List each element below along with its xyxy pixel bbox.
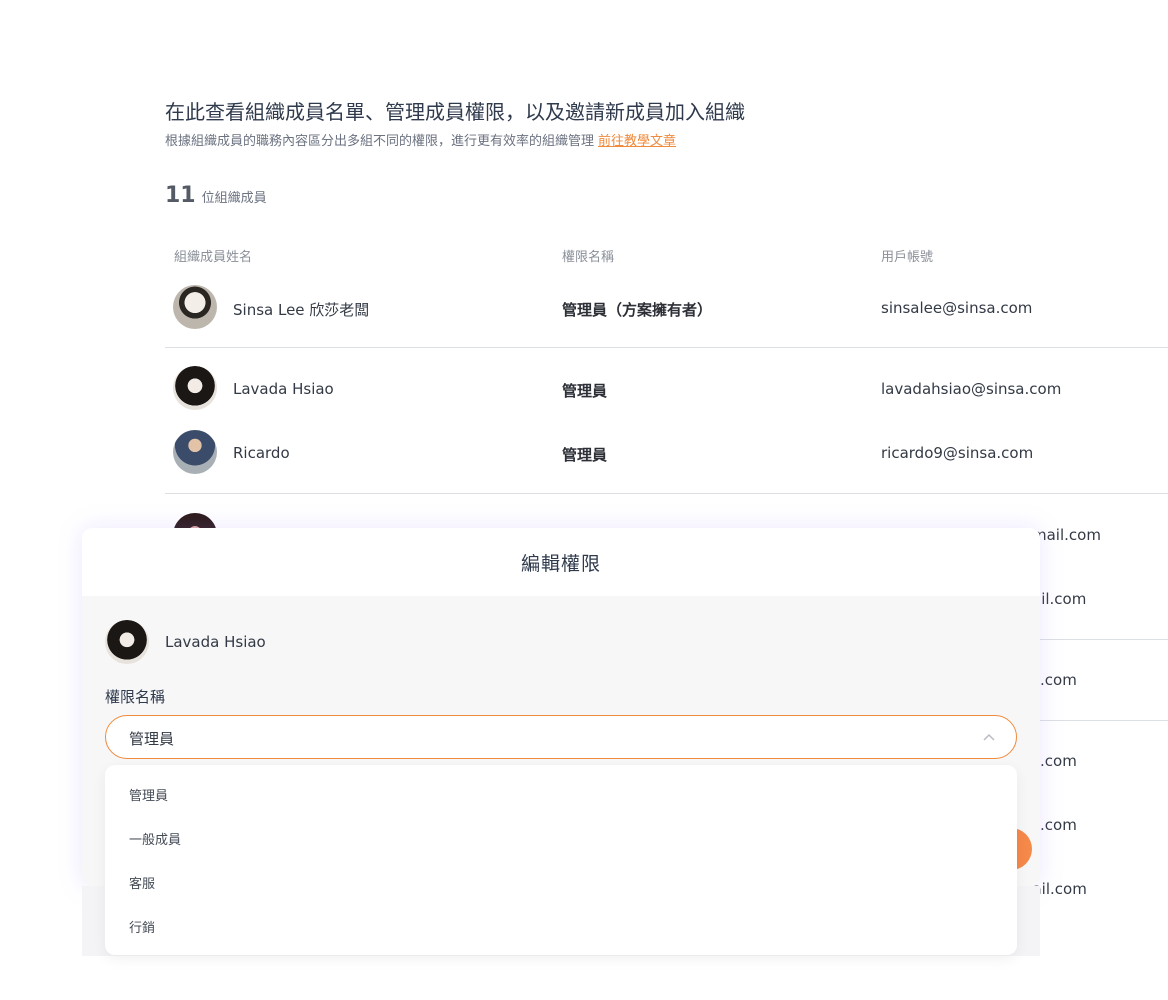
page-subtitle: 根據組織成員的職務內容區分出多組不同的權限，進行更有效率的組織管理 前往教學文章 <box>165 130 676 149</box>
member-account: sinsalee@sinsa.com <box>881 299 1033 317</box>
tutorial-link[interactable]: 前往教學文章 <box>598 134 676 149</box>
dropdown-option-support[interactable]: 客服 <box>129 873 155 892</box>
permission-field-label: 權限名稱 <box>105 688 166 706</box>
member-account-partial: mail.com <box>1032 526 1101 544</box>
modal-user-name: Lavada Hsiao <box>165 633 266 651</box>
dropdown-option-marketing[interactable]: 行銷 <box>129 917 155 936</box>
table-row[interactable]: Ricardo 管理員 ricardo9@sinsa.com <box>165 421 1168 485</box>
member-account-partial: .com <box>1040 816 1077 834</box>
permission-select-value: 管理員 <box>129 730 175 748</box>
member-name: Sinsa Lee 欣莎老闆 <box>233 301 370 319</box>
table-row[interactable]: Sinsa Lee 欣莎老闆 管理員（方案擁有者） sinsalee@sinsa… <box>165 276 1168 340</box>
row-divider <box>165 493 1168 494</box>
organization-members-page: 在此查看組織成員名單、管理成員權限，以及邀請新成員加入組織 根據組織成員的職務內… <box>0 0 1168 1000</box>
permission-select[interactable]: 管理員 <box>105 715 1017 759</box>
column-header-name: 組織成員姓名 <box>174 250 253 265</box>
member-count: 11 位組織成員 <box>165 183 267 208</box>
row-divider <box>165 347 1168 348</box>
member-account: lavadahsiao@sinsa.com <box>881 380 1062 398</box>
member-role: 管理員 <box>562 446 608 464</box>
member-account-partial: .com <box>1040 752 1077 770</box>
avatar <box>173 430 217 474</box>
modal-header: 編輯權限 <box>82 528 1040 596</box>
dropdown-option-member[interactable]: 一般成員 <box>129 829 181 848</box>
member-role: 管理員 <box>562 382 608 400</box>
member-account-partial: ail.com <box>1032 590 1087 608</box>
avatar <box>105 620 149 664</box>
member-count-number: 11 <box>165 183 196 208</box>
modal-title: 編輯權限 <box>520 552 601 575</box>
dropdown-option-admin[interactable]: 管理員 <box>129 785 168 804</box>
permission-dropdown: 管理員 一般成員 客服 行銷 <box>105 765 1017 955</box>
avatar <box>173 285 217 329</box>
subtitle-text: 根據組織成員的職務內容區分出多組不同的權限，進行更有效率的組織管理 <box>165 134 595 149</box>
column-header-role: 權限名稱 <box>562 250 615 265</box>
page-title: 在此查看組織成員名單、管理成員權限，以及邀請新成員加入組織 <box>165 100 745 124</box>
member-name: Ricardo <box>233 444 290 462</box>
member-account-partial: .com <box>1040 671 1077 689</box>
member-account: ricardo9@sinsa.com <box>881 444 1034 462</box>
member-count-unit: 位組織成員 <box>201 191 267 206</box>
member-role: 管理員（方案擁有者） <box>562 301 713 319</box>
avatar <box>173 366 217 410</box>
table-row[interactable]: Lavada Hsiao 管理員 lavadahsiao@sinsa.com <box>165 357 1168 421</box>
chevron-up-icon <box>983 733 995 741</box>
column-header-account: 用戶帳號 <box>881 250 934 265</box>
member-name: Lavada Hsiao <box>233 380 334 398</box>
